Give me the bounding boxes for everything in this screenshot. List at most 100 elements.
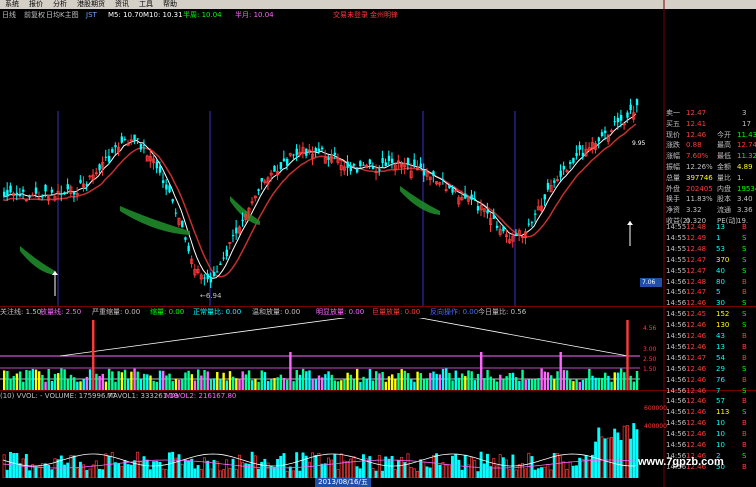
volume-bar: [155, 381, 159, 390]
volume-bar: [25, 369, 28, 390]
vvol-bar: [98, 468, 101, 479]
tick-time: 14:56: [666, 277, 687, 286]
vvol-panel[interactable]: [0, 402, 640, 479]
menu-item[interactable]: 港股期货: [72, 0, 110, 9]
tick-volume: 5: [716, 288, 721, 297]
tick-row: 14:56 12.46 7 S: [664, 386, 756, 397]
site-link[interactable]: 金州明锋: [370, 9, 398, 21]
vvol-bar: [34, 466, 38, 479]
vvol-bar: [66, 462, 70, 479]
tick-volume: 13: [716, 342, 725, 351]
menu-item[interactable]: 帮助: [158, 0, 182, 9]
vvol-bar: [292, 470, 295, 479]
candle-body: [133, 134, 136, 141]
tick-side: B: [742, 332, 747, 340]
tick-time: 14:56: [666, 419, 687, 428]
candle-body: [495, 225, 499, 228]
candle-body: [184, 237, 187, 240]
menu-item[interactable]: 工具: [134, 0, 158, 9]
candle-body: [626, 112, 629, 118]
tick-row: 14:56 12.46 29 S: [664, 364, 756, 375]
candle-body: [553, 180, 556, 183]
tick-volume: 10: [716, 430, 725, 439]
vvol-bar: [454, 454, 458, 479]
vvol-bar: [228, 468, 232, 479]
vvol-bar: [298, 470, 302, 479]
candle-body: [597, 137, 601, 142]
candle-body: [165, 184, 168, 190]
vvol-bar: [346, 460, 349, 479]
trade-login-link[interactable]: 交易未登录: [333, 9, 368, 21]
volume-bar: [79, 381, 82, 390]
volume-bar: [247, 370, 251, 390]
volume-indicator-label: 关注线: 1.50: [0, 308, 42, 316]
tick-side: S: [742, 386, 747, 395]
quote-value: 11.83%: [686, 195, 713, 204]
view-label[interactable]: 日均K主图: [46, 9, 79, 21]
tick-volume: 7: [716, 386, 721, 395]
tick-time: 14:56: [666, 321, 687, 330]
vvol-bar: [327, 457, 330, 479]
candle-body: [378, 169, 381, 171]
volume-bar: [584, 378, 588, 390]
vol-axis-2: 3.00: [643, 346, 657, 353]
vvol-bar: [94, 460, 98, 479]
candle-body: [349, 165, 353, 172]
vvol-bar: [498, 454, 502, 479]
tick-time: 14:56: [666, 430, 687, 439]
quote-label: 买五: [666, 119, 680, 128]
volume-bar: [387, 376, 391, 390]
menu-item[interactable]: 报价: [24, 0, 48, 9]
candle-body: [273, 165, 276, 172]
volume-bar: [136, 371, 139, 390]
tick-row: 14:56 12.47 5 B: [664, 287, 756, 298]
vvol-bar: [5, 469, 9, 479]
vvol-bar: [514, 469, 518, 479]
vvol-bar: [225, 459, 229, 479]
tick-side: B: [742, 462, 747, 471]
volume-bar: [69, 374, 73, 390]
volume-bar: [270, 379, 273, 390]
vvol-bar: [190, 458, 194, 479]
indicator-label[interactable]: JST: [86, 9, 97, 21]
menu-item[interactable]: 分析: [48, 0, 72, 9]
menu-item[interactable]: 系统: [0, 0, 24, 9]
vvol-bar: [381, 470, 384, 479]
volume-bar: [600, 377, 604, 390]
volume-bar: [231, 376, 235, 390]
quote-row: 现价 12.46 今开 11.43: [664, 130, 756, 140]
candle-body: [155, 161, 159, 169]
tick-time: 14:55: [666, 266, 687, 275]
vvol-bar: [336, 469, 340, 479]
volume-bar: [104, 381, 108, 390]
candle-body: [219, 263, 222, 266]
kline-chart[interactable]: ←6.94: [0, 21, 640, 306]
volume-indicator-label: 今日量比: 0.56: [478, 308, 527, 316]
tick-price: 12.47: [686, 266, 707, 275]
adjust-label[interactable]: 前复权: [24, 9, 45, 21]
vvol-bar: [136, 451, 140, 479]
vvol-bar: [562, 461, 566, 479]
candle-body: [559, 170, 562, 177]
tick-side: B: [742, 353, 747, 362]
vvol-bar: [257, 468, 260, 479]
volume-bar: [85, 376, 89, 390]
vvol-bar: [374, 470, 378, 479]
volume-bar: [203, 370, 206, 390]
vvol-bar: [600, 436, 604, 479]
volume-bar: [120, 372, 124, 390]
tick-row: 14:55 12.47 40 S: [664, 266, 756, 277]
volume-bar: [578, 381, 581, 390]
period-label[interactable]: 日线: [2, 9, 16, 21]
volume-bar: [591, 375, 594, 390]
vvol-bar: [486, 453, 489, 479]
tick-volume: 152: [716, 310, 730, 319]
volume-bar: [149, 375, 152, 390]
menu-item[interactable]: 资讯: [110, 0, 134, 9]
vvol-bar: [266, 462, 270, 479]
vvol-bar: [422, 461, 426, 479]
volume-indicator-panel[interactable]: [0, 315, 640, 390]
quote-value: 12.41: [686, 119, 707, 128]
vvol-bar: [12, 453, 16, 479]
tick-volume: 54: [716, 353, 725, 362]
